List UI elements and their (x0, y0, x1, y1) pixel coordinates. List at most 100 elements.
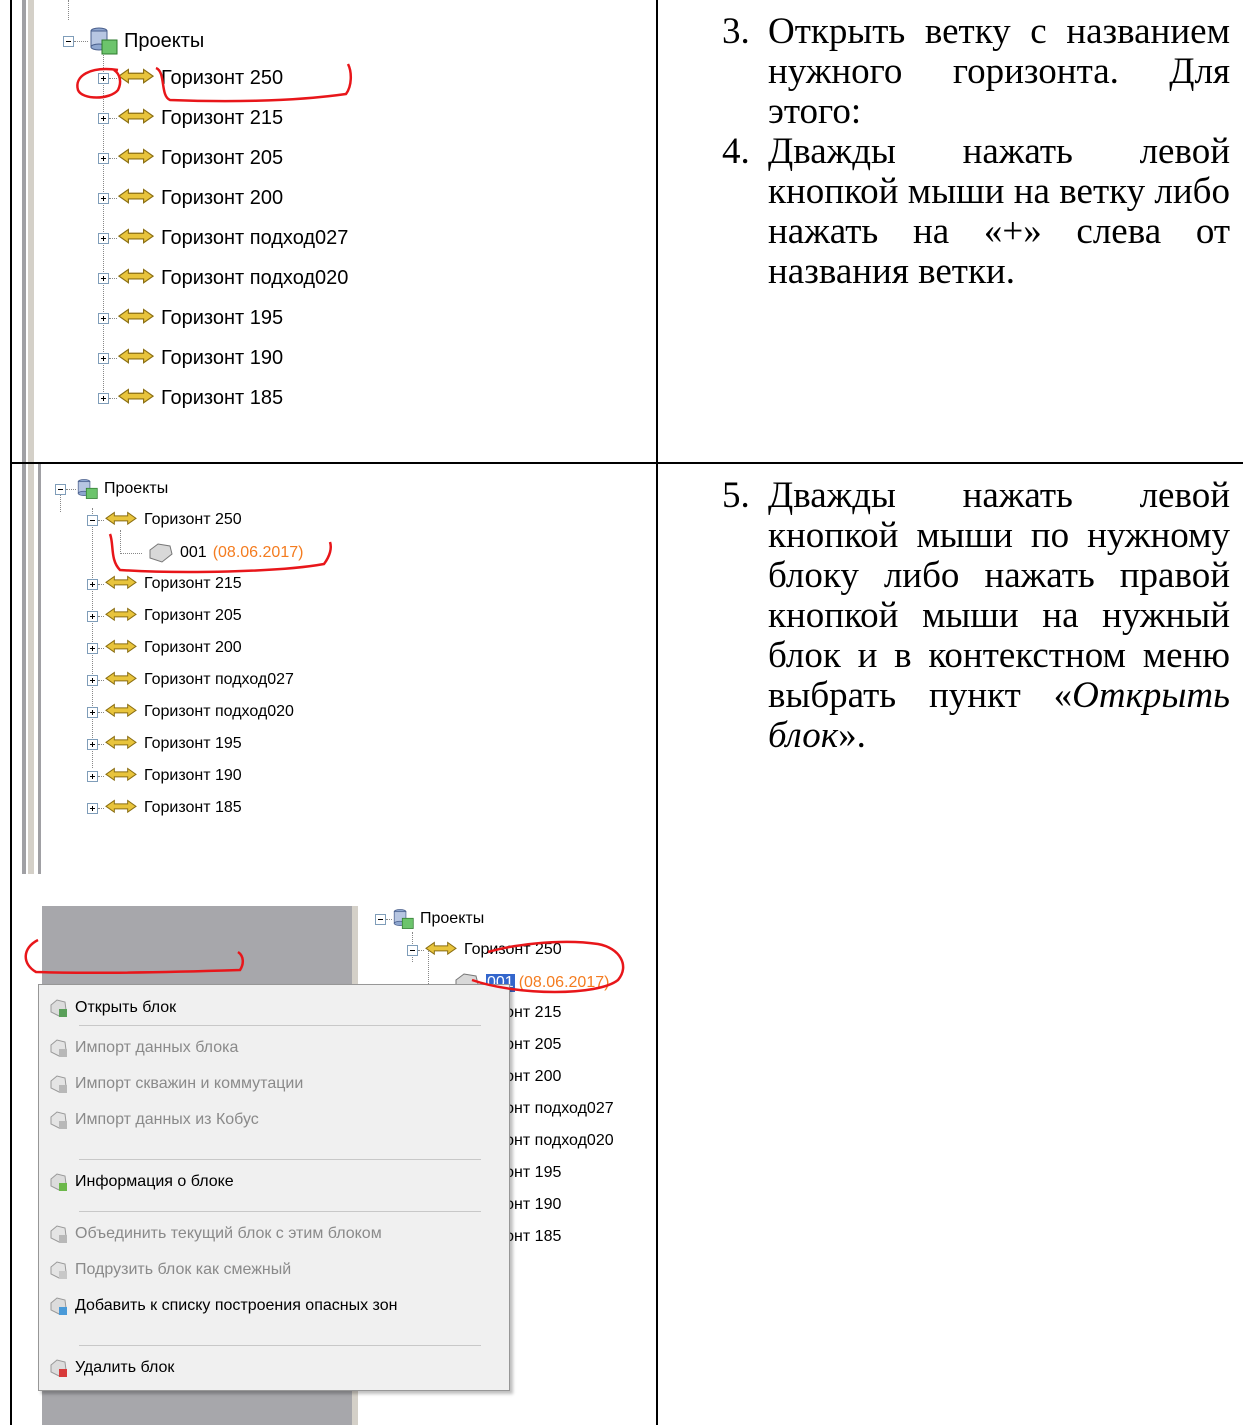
tree-item[interactable]: Горизонт 250 (98, 66, 283, 90)
expand-icon[interactable] (87, 578, 98, 590)
tree-item[interactable]: Горизонт 215 (87, 574, 242, 594)
tree-item[interactable]: Горизонт подход027 (87, 670, 294, 690)
tree-item-label: Горизонт 195 (144, 735, 242, 752)
import-block-icon (47, 1037, 69, 1059)
context-menu-item-label: Объединить текущий блок с этим блоком (75, 1225, 382, 1242)
collapse-icon[interactable] (87, 514, 98, 526)
tree-item[interactable]: Горизонт подход020 (98, 266, 348, 290)
context-menu-item[interactable]: Открыть блок (39, 993, 509, 1023)
expand-icon[interactable] (98, 152, 109, 164)
tree-item[interactable]: Горизонт 215 (98, 106, 283, 130)
tree-item[interactable]: Горизонт 205 (87, 606, 242, 626)
add-danger-zone-icon (47, 1295, 69, 1317)
folder-icon (117, 228, 155, 244)
folder-icon (105, 767, 137, 782)
expand-icon[interactable] (87, 770, 98, 782)
expand-icon[interactable] (98, 192, 109, 204)
tree-item[interactable]: Горизонт 200 (87, 638, 242, 658)
folder-icon (117, 68, 155, 84)
folder-icon (117, 308, 155, 324)
folder-icon (105, 511, 137, 526)
tree-item-label: Горизонт подход020 (144, 703, 294, 720)
database-icon (90, 27, 118, 55)
tree-item[interactable]: Горизонт 195 (87, 734, 242, 754)
tree-item-label: Горизонт 190 (161, 346, 284, 369)
expand-icon[interactable] (98, 232, 109, 244)
expand-icon[interactable] (98, 272, 109, 284)
tree-item[interactable]: Горизонт 195 (98, 306, 283, 330)
tree-item-label: Горизонт подход027 (161, 226, 349, 249)
tree-root-label: Проекты (124, 29, 205, 52)
tree-item[interactable]: Горизонт 200 (98, 186, 283, 210)
context-menu-item-label: Импорт скважин и коммутации (75, 1075, 304, 1092)
folder-icon (117, 348, 155, 364)
expand-icon[interactable] (87, 802, 98, 814)
collapse-icon[interactable] (55, 483, 66, 495)
tree-item-label: Горизонт подход020 (161, 266, 349, 289)
tree-item-label: Горизонт 190 (144, 767, 242, 784)
tree-item-label: Горизонт 200 (144, 639, 242, 656)
folder-icon (117, 268, 155, 284)
folder-icon (117, 188, 155, 204)
tree-item[interactable]: Горизонт подход020 (87, 702, 294, 722)
tree-item-block-001[interactable]: 001 (08.06.2017) (120, 542, 303, 564)
folder-icon (105, 607, 137, 622)
tree-root-projects[interactable]: Проекты (55, 478, 168, 500)
folder-icon (425, 941, 457, 956)
tree-item-label: Горизонт 215 (144, 575, 242, 592)
merge-icon (47, 1223, 69, 1245)
step-4: 4. Дважды нажать левой кнопкой мыши на в… (722, 131, 1230, 292)
expand-icon[interactable] (98, 72, 109, 84)
tree-item[interactable]: Горизонт 185 (98, 386, 283, 410)
tree-item-horizon-250[interactable]: Горизонт 250 (87, 510, 242, 530)
tree-item-label: Горизонт 205 (161, 146, 284, 169)
expand-icon[interactable] (87, 674, 98, 686)
delete-block-icon (47, 1357, 69, 1379)
tree-item-label: Горизонт 205 (144, 607, 242, 624)
tree-root-projects[interactable]: Проекты (63, 26, 204, 56)
collapse-icon[interactable] (375, 913, 386, 925)
tree-item[interactable]: Горизонт 205 (98, 146, 283, 170)
context-menu-item[interactable]: Импорт данных из Кобус (39, 1105, 509, 1135)
tree-item-horizon-250[interactable]: Горизонт 250 (407, 940, 562, 960)
project-tree: Проекты Горизонт 250 Горизонт 215 Горизонт… (12, 0, 652, 460)
tree-root-projects[interactable]: Проекты (375, 908, 484, 930)
tree-item-label: Горизонт подход027 (144, 671, 294, 688)
context-menu-item-label: Информация о блоке (75, 1173, 234, 1190)
tree-item[interactable]: Горизонт подход027 (98, 226, 348, 250)
collapse-icon[interactable] (407, 944, 418, 956)
adjacent-icon (47, 1259, 69, 1281)
tree-item[interactable]: Горизонт 190 (87, 766, 242, 786)
context-menu-item[interactable]: Импорт данных блока (39, 1033, 509, 1063)
expand-icon[interactable] (98, 112, 109, 124)
context-menu-item-label: Импорт данных блока (75, 1039, 239, 1056)
expand-icon[interactable] (87, 610, 98, 622)
tree-item[interactable]: Горизонт 190 (98, 346, 283, 370)
expand-icon[interactable] (87, 706, 98, 718)
folder-icon (105, 735, 137, 750)
expand-icon[interactable] (98, 352, 109, 364)
screenshot-tree-expanded: Проекты Горизонт 250 001 (08.06.2017) Го… (12, 464, 656, 874)
tree-item-label: Горизонт 250 (161, 66, 284, 89)
context-menu-item[interactable]: Импорт скважин и коммутации (39, 1069, 509, 1099)
database-icon (77, 479, 98, 499)
import-kobus-icon (47, 1109, 69, 1131)
context-menu-item[interactable]: Объединить текущий блок с этим блоком (39, 1219, 509, 1249)
tree-item[interactable]: Горизонт 185 (87, 798, 242, 818)
expand-icon[interactable] (98, 392, 109, 404)
collapse-icon[interactable] (63, 35, 74, 47)
folder-icon (117, 148, 155, 164)
context-menu-item[interactable]: Информация о блоке (39, 1167, 509, 1197)
context-menu-item[interactable]: Подрузить блок как смежный (39, 1255, 509, 1285)
expand-icon[interactable] (98, 312, 109, 324)
folder-icon (105, 799, 137, 814)
tree-item-label: Горизонт 200 (161, 186, 284, 209)
context-menu-item[interactable]: Удалить блок (39, 1353, 509, 1383)
tree-item-label: Горизонт 185 (161, 386, 284, 409)
context-menu-item-label: Открыть блок (75, 999, 177, 1016)
context-menu-item[interactable]: Добавить к списку построения опасных зон (39, 1291, 509, 1321)
expand-icon[interactable] (87, 642, 98, 654)
tree-item-label-partial: зонт подход020 (498, 1132, 614, 1149)
expand-icon[interactable] (87, 738, 98, 750)
database-icon (393, 909, 414, 929)
